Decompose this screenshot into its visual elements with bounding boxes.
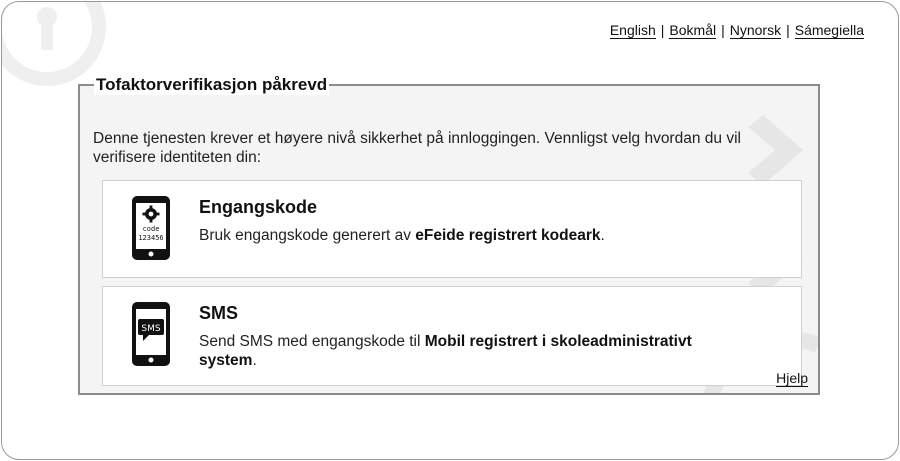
option-description: Send SMS med engangskode til Mobil regis… [199,333,692,369]
lang-nynorsk-link[interactable]: Nynorsk [729,22,782,39]
option-description: Bruk engangskode generert av eFeide regi… [199,227,605,244]
lang-separator: | [721,22,725,38]
option-title: Engangskode [199,197,318,217]
language-selector: English | Bokmål | Nynorsk | Sámegiella [609,22,864,39]
lang-samegiella-link[interactable]: Sámegiella [794,22,864,39]
lang-english-link[interactable]: English [609,22,656,39]
option-sms[interactable]: SMS SMS Send SMS med engangskode til Mob… [102,286,802,386]
icon-sms-text: SMS [141,324,160,334]
icon-digits-text: 123456 [138,234,163,242]
page-frame: English | Bokmål | Nynorsk | Sámegiella Tofakt… [1,1,899,460]
lang-separator: | [786,22,790,38]
option-title: SMS [199,303,239,323]
lang-bokmal-link[interactable]: Bokmål [669,22,717,39]
icon-code-text: code [143,225,160,233]
lang-separator: | [660,22,665,38]
fieldset-legend: Tofaktorverifikasjon påkrevd [94,75,330,95]
intro-text: Denne tjenesten krever et høyere nivå si… [93,130,741,166]
option-one-time-code[interactable]: code 123456 Engangskode Bruk engangskode… [102,180,802,278]
phone-code-icon: code 123456 [132,196,170,260]
help-link[interactable]: Hjelp [776,370,808,387]
phone-sms-icon: SMS [132,302,170,366]
two-factor-fieldset: Tofaktorverifikasjon påkrevd Denne tjene… [78,75,820,395]
